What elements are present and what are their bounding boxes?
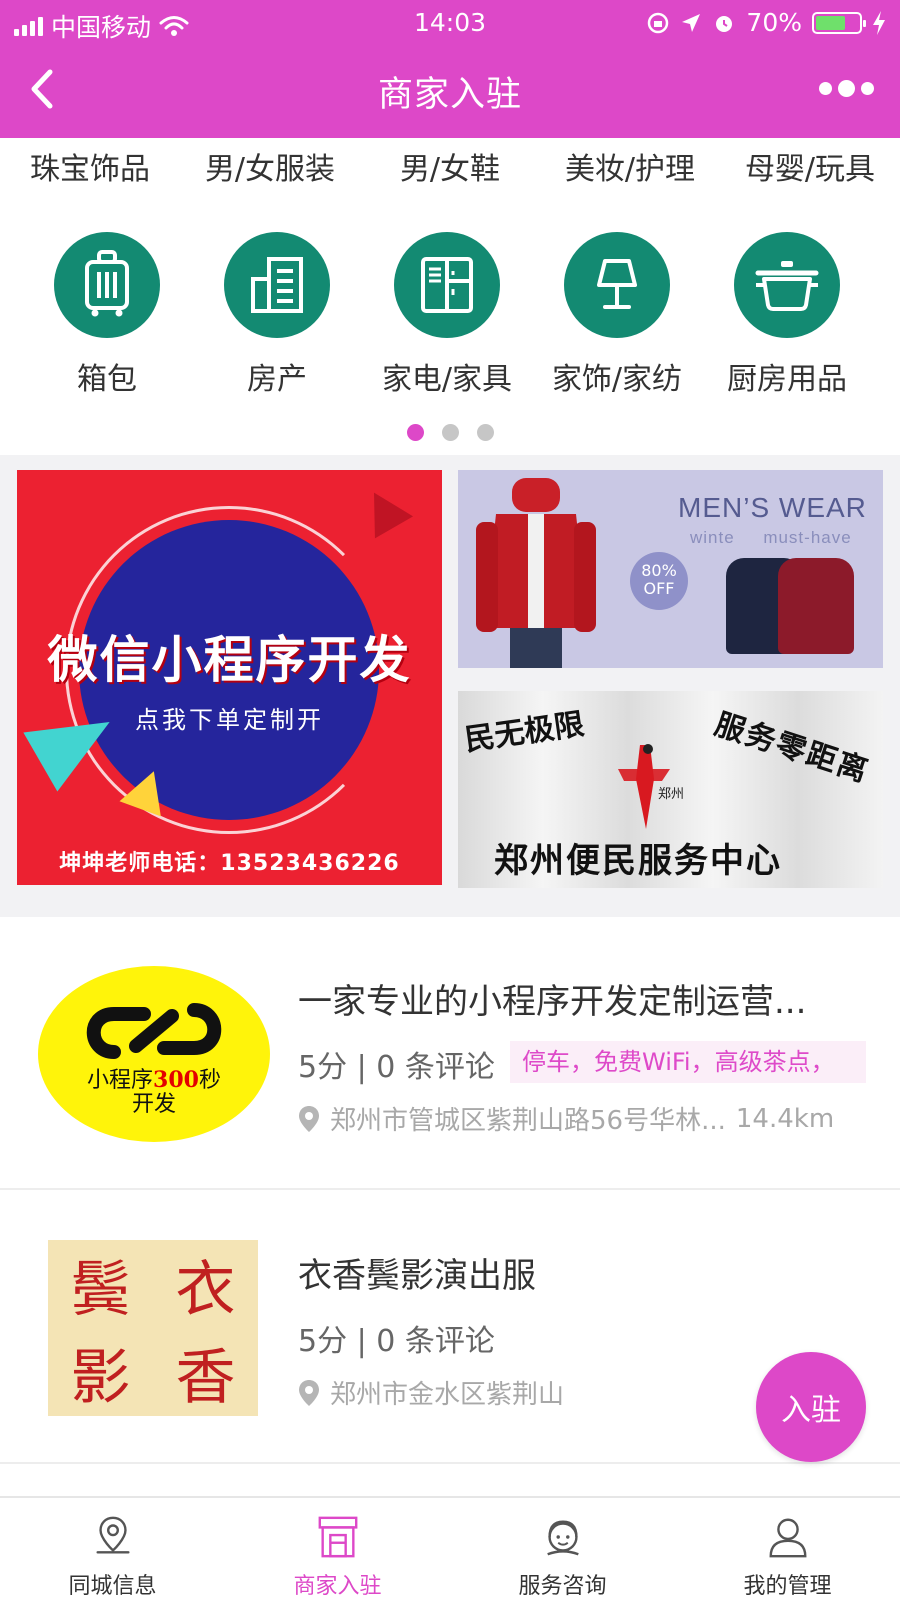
location-arrow-icon <box>682 13 701 32</box>
tab-label: 我的管理 <box>743 1574 832 1599</box>
shop-score: 5分 | 0 条评论 <box>298 1050 495 1085</box>
shop-title: 衣香鬓影演出服 <box>298 1256 536 1296</box>
tab-merchant-join[interactable]: 商家入驻 <box>225 1498 450 1600</box>
customer-service-icon <box>546 1520 579 1556</box>
sweater-red-image <box>778 558 854 654</box>
battery-icon <box>812 11 866 34</box>
shop-logo-char: 鬓 <box>70 1254 131 1325</box>
category-homedecor[interactable]: 家饰/家纺 <box>532 232 702 402</box>
banner-service-center[interactable]: 民无极限 服务零距离 郑州 郑州便民服务中心 <box>458 691 883 888</box>
shop-title: 一家专业的小程序开发定制运营... <box>298 982 807 1022</box>
category-homedecor-label: 家饰/家纺 <box>551 362 683 397</box>
shop-logo-char: 影 <box>70 1342 131 1413</box>
nav-bar: 商家入驻 <box>0 44 900 138</box>
tab-label: 服务咨询 <box>518 1574 607 1599</box>
shop-logo-char: 衣 <box>175 1254 236 1325</box>
battery-percent: 70% <box>746 8 802 37</box>
category-luggage[interactable]: 箱包 <box>22 232 192 402</box>
mens-wear-subtitle-left: winte <box>690 528 735 547</box>
category-appliance-label: 家电/家具 <box>381 362 513 397</box>
alarm-icon <box>716 15 733 32</box>
carousel-dot-3[interactable] <box>476 424 494 441</box>
shop-logo: 小程序300秒 开发 <box>38 966 270 1142</box>
more-dots-icon[interactable] <box>819 80 874 97</box>
service-bottom-text: 郑州便民服务中心 <box>494 841 782 881</box>
service-right-text: 服务零距离 <box>710 706 874 790</box>
status-bar: 中国移动 14:03 70% <box>0 0 900 44</box>
banner-area: 微信小程序开发 点我下单定制开 坤坤老师电话：13523436226 MEN’S… <box>0 455 900 917</box>
location-pin-icon <box>95 1516 130 1554</box>
shop-logo-text-b: 300 <box>153 1067 199 1093</box>
tab-service-consult[interactable]: 服务咨询 <box>450 1498 675 1600</box>
carousel-indicator <box>0 424 900 441</box>
shop-address-text: 郑州市金水区紫荆山 <box>330 1380 565 1410</box>
shop-logo-text: 小程序300秒 开发 <box>38 1068 270 1117</box>
shop-tags: 停车，免费WiFi，高级茶点， <box>510 1041 866 1083</box>
charging-icon <box>873 10 885 35</box>
join-button[interactable]: 入驻 <box>756 1352 866 1462</box>
tab-label: 同城信息 <box>68 1574 157 1599</box>
mens-wear-subtitle-right: must-have <box>763 528 852 547</box>
category-clothing[interactable]: 男/女服装 <box>180 140 360 200</box>
shop-logo-text-c: 秒 <box>198 1068 221 1093</box>
category-luggage-label: 箱包 <box>77 362 137 397</box>
tab-bar: 同城信息 商家入驻 服务咨询 我的管理 <box>0 1496 900 1600</box>
category-shoes[interactable]: 男/女鞋 <box>360 140 540 200</box>
discount-badge-pct: 80% <box>641 561 677 580</box>
service-logo-text: 郑州 <box>658 787 685 802</box>
orientation-lock-icon <box>648 12 669 33</box>
category-icon-row: 箱包 房产 家电/家具 家饰/家纺 厨房用品 <box>0 232 900 402</box>
category-text-row: 珠宝饰品 男/女服装 男/女鞋 美妆/护理 母婴/玩具 <box>0 140 900 200</box>
tab-label: 商家入驻 <box>293 1574 382 1599</box>
infinity-logo-icon <box>86 1003 222 1059</box>
shop-distance: 14.4km <box>735 1103 835 1134</box>
shop-logo-text-d: 开发 <box>131 1092 176 1117</box>
category-kitchen[interactable]: 厨房用品 <box>702 232 872 402</box>
fridge-icon <box>394 232 500 338</box>
category-jewelry[interactable]: 珠宝饰品 <box>0 140 180 200</box>
category-kitchen-label: 厨房用品 <box>727 362 847 397</box>
list-item[interactable]: 小程序300秒 开发 一家专业的小程序开发定制运营... 5分 | 0 条评论 … <box>0 918 900 1190</box>
shop-logo-calligraphy: 鬓 衣 影 香 <box>48 1240 258 1416</box>
tab-local-info[interactable]: 同城信息 <box>0 1498 225 1600</box>
shop-score: 5分 | 0 条评论 <box>298 1324 495 1359</box>
top-bar: 中国移动 14:03 70% 商家入驻 <box>0 0 900 138</box>
banner-mens-wear[interactable]: MEN’S WEAR winte must-have 80% OFF <box>458 470 883 668</box>
category-beauty[interactable]: 美妆/护理 <box>540 140 720 200</box>
shop-logo-char: 香 <box>175 1342 236 1413</box>
pot-icon <box>734 232 840 338</box>
shop-address-text: 郑州市管城区紫荆山路56号华林... <box>330 1106 726 1136</box>
storefront-icon <box>318 1516 357 1558</box>
category-realestate-label: 房产 <box>247 362 307 397</box>
discount-badge: 80% OFF <box>630 552 688 610</box>
building-icon <box>224 232 330 338</box>
carousel-dot-2[interactable] <box>441 424 459 441</box>
banner-main-phone: 坤坤老师电话：13523436226 <box>59 851 400 876</box>
shop-logo-text-a: 小程序 <box>87 1068 154 1093</box>
user-icon <box>769 1518 806 1558</box>
service-left-text: 民无极限 <box>462 706 587 759</box>
banner-main-title: 微信小程序开发 <box>47 631 412 689</box>
discount-badge-off: OFF <box>643 579 675 598</box>
category-realestate[interactable]: 房产 <box>192 232 362 402</box>
shop-logo: 鬓 衣 影 香 <box>34 1240 266 1416</box>
banner-main-subtitle: 点我下单定制开 <box>135 706 324 734</box>
category-baby[interactable]: 母婴/玩具 <box>720 140 900 200</box>
mens-wear-subtitle: winte must-have <box>690 528 852 548</box>
shop-address: 郑州市管城区紫荆山路56号华林... 14.4km <box>298 1100 868 1137</box>
location-pin-icon <box>299 1105 319 1132</box>
jacket-image <box>476 478 596 668</box>
category-appliance[interactable]: 家电/家具 <box>362 232 532 402</box>
page-title: 商家入驻 <box>377 75 522 115</box>
mens-wear-title: MEN’S WEAR <box>678 492 867 523</box>
luggage-icon <box>54 232 160 338</box>
banner-miniprogram[interactable]: 微信小程序开发 点我下单定制开 坤坤老师电话：13523436226 <box>17 470 442 885</box>
carousel-dot-1[interactable] <box>406 424 424 441</box>
status-right: 70% <box>646 8 886 37</box>
location-pin-icon <box>299 1379 319 1406</box>
lamp-icon <box>564 232 670 338</box>
tab-my-management[interactable]: 我的管理 <box>675 1498 900 1600</box>
banner-decor-triangle <box>354 481 414 539</box>
